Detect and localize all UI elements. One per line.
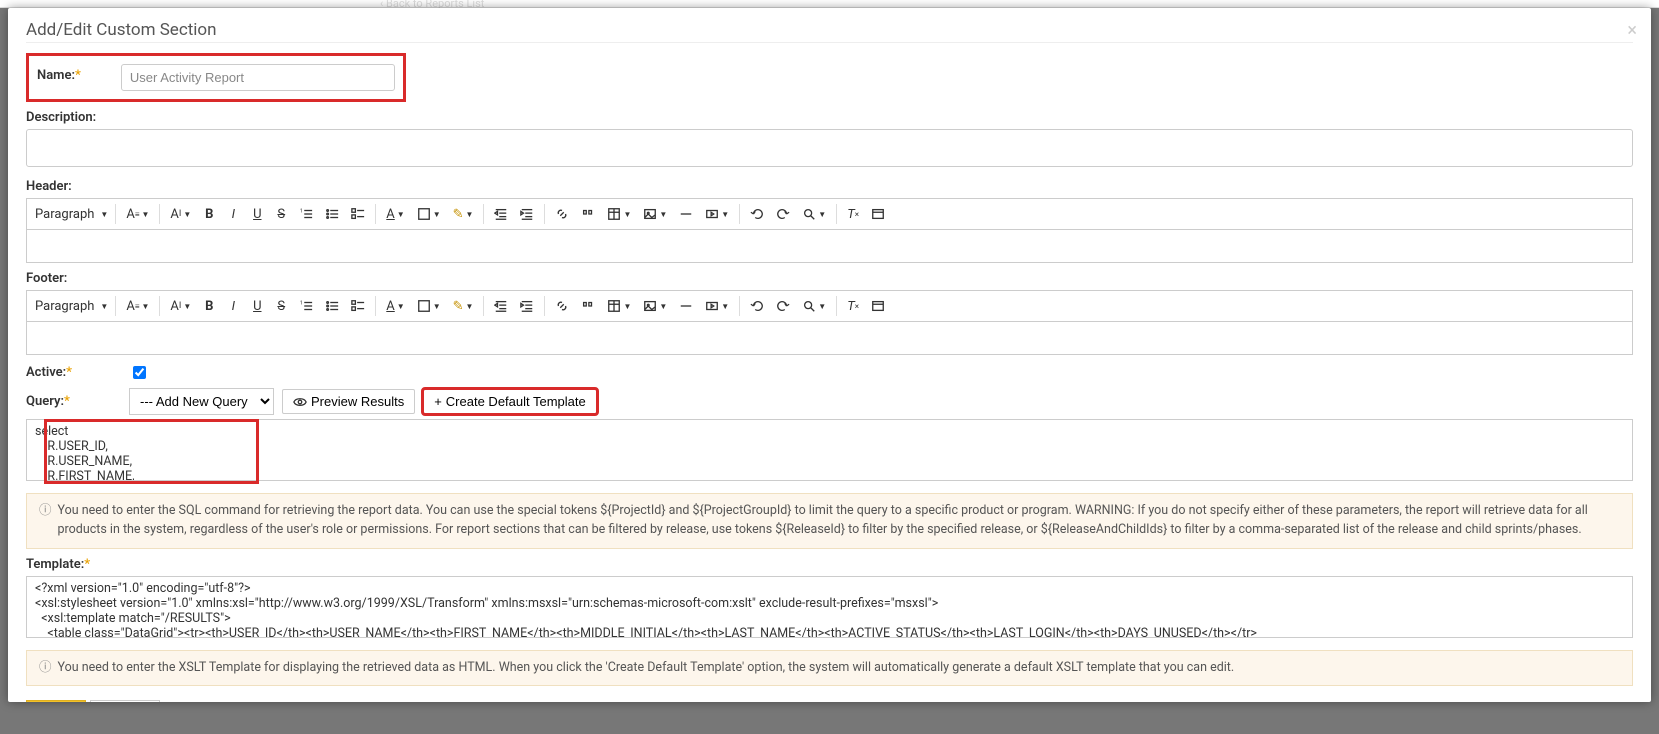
paragraph-dropdown[interactable]: Paragraph▼: [33, 203, 110, 226]
bg-color-icon[interactable]: A▼: [412, 202, 446, 226]
query-select[interactable]: --- Add New Query ---: [129, 388, 274, 415]
clear-format-icon[interactable]: T×: [842, 294, 864, 318]
text-color-icon[interactable]: A▼: [381, 202, 409, 226]
close-icon[interactable]: ×: [1627, 20, 1637, 41]
undo-icon[interactable]: [745, 294, 769, 318]
svg-text:1: 1: [300, 208, 303, 214]
image-icon[interactable]: ▼: [638, 294, 672, 318]
fullscreen-icon[interactable]: [866, 294, 890, 318]
hr-icon[interactable]: [674, 202, 698, 226]
modal-title: Add/Edit Custom Section: [26, 20, 1633, 43]
name-field-highlight: Name:*: [26, 53, 406, 102]
bold-icon[interactable]: B: [198, 294, 220, 318]
font-size-icon[interactable]: A≡▼: [121, 294, 154, 318]
table-icon[interactable]: ▼: [602, 294, 636, 318]
quote-icon[interactable]: [576, 202, 600, 226]
highlight-icon[interactable]: ✎▼: [448, 202, 479, 226]
quote-icon[interactable]: [576, 294, 600, 318]
header-label: Header:: [26, 179, 1633, 194]
active-checkbox[interactable]: [133, 366, 146, 379]
desc-label: Description:: [26, 110, 1633, 125]
table-icon[interactable]: ▼: [602, 202, 636, 226]
checklist-icon[interactable]: [346, 294, 370, 318]
cancel-button[interactable]: Cancel: [90, 700, 160, 702]
clear-format-icon[interactable]: T×: [842, 202, 864, 226]
ordered-list-icon[interactable]: 1: [294, 294, 318, 318]
header-toolbar: Paragraph▼ A≡▼ AI▼ B I U S 1 A▼ A▼ ✎▼ ▼ …: [26, 198, 1633, 229]
video-icon[interactable]: ▼: [700, 294, 734, 318]
indent-icon[interactable]: [515, 202, 539, 226]
info-icon: ⓘ: [39, 659, 52, 678]
fullscreen-icon[interactable]: [866, 202, 890, 226]
underline-icon[interactable]: U: [246, 202, 268, 226]
italic-icon[interactable]: I: [222, 294, 244, 318]
create-default-template-button[interactable]: + Create Default Template: [423, 389, 597, 414]
link-icon[interactable]: [550, 202, 574, 226]
svg-text:A: A: [421, 303, 427, 313]
font-family-icon[interactable]: AI▼: [165, 202, 196, 226]
save-button[interactable]: Save: [26, 700, 86, 702]
query-label: Query:*: [26, 394, 121, 409]
footer-editor[interactable]: [26, 321, 1633, 355]
svg-text:A: A: [421, 211, 427, 221]
zoom-icon[interactable]: ▼: [797, 202, 831, 226]
query-info-text: You need to enter the SQL command for re…: [58, 502, 1620, 540]
name-input[interactable]: [121, 64, 395, 91]
strike-icon[interactable]: S: [270, 294, 292, 318]
ordered-list-icon[interactable]: 1: [294, 202, 318, 226]
footer-label: Footer:: [26, 271, 1633, 286]
indent-icon[interactable]: [515, 294, 539, 318]
active-label: Active:*: [26, 365, 121, 380]
modal: Add/Edit Custom Section × Name:* Descrip…: [8, 8, 1651, 702]
redo-icon[interactable]: [771, 202, 795, 226]
unordered-list-icon[interactable]: [320, 202, 344, 226]
header-editor[interactable]: [26, 229, 1633, 263]
link-icon[interactable]: [550, 294, 574, 318]
name-label: Name:*: [37, 68, 81, 83]
eye-icon: [293, 395, 307, 409]
bg-color-icon[interactable]: A▼: [412, 294, 446, 318]
query-textarea[interactable]: [26, 419, 1633, 481]
template-textarea[interactable]: [26, 576, 1633, 638]
underline-icon[interactable]: U: [246, 294, 268, 318]
redo-icon[interactable]: [771, 294, 795, 318]
top-strip: ‹ Back to Reports List: [0, 0, 1659, 8]
plus-icon: +: [434, 394, 442, 409]
checklist-icon[interactable]: [346, 202, 370, 226]
bold-icon[interactable]: B: [198, 202, 220, 226]
info-icon: ⓘ: [39, 502, 52, 540]
italic-icon[interactable]: I: [222, 202, 244, 226]
footer-toolbar: Paragraph▼ A≡▼ AI▼ B I U S 1 A▼ A▼ ✎▼ ▼ …: [26, 290, 1633, 321]
template-info-text: You need to enter the XSLT Template for …: [58, 659, 1235, 678]
description-input[interactable]: [26, 129, 1633, 167]
image-icon[interactable]: ▼: [638, 202, 672, 226]
video-icon[interactable]: ▼: [700, 202, 734, 226]
template-label: Template:*: [26, 557, 1633, 572]
unordered-list-icon[interactable]: [320, 294, 344, 318]
svg-text:1: 1: [300, 300, 303, 306]
preview-results-button[interactable]: Preview Results: [282, 389, 415, 414]
font-family-icon[interactable]: AI▼: [165, 294, 196, 318]
outdent-icon[interactable]: [489, 202, 513, 226]
template-info-box: ⓘ You need to enter the XSLT Template fo…: [26, 650, 1633, 687]
text-color-icon[interactable]: A▼: [381, 294, 409, 318]
font-size-icon[interactable]: A≡▼: [121, 202, 154, 226]
highlight-icon[interactable]: ✎▼: [448, 294, 479, 318]
query-info-box: ⓘ You need to enter the SQL command for …: [26, 493, 1633, 549]
zoom-icon[interactable]: ▼: [797, 294, 831, 318]
strike-icon[interactable]: S: [270, 202, 292, 226]
outdent-icon[interactable]: [489, 294, 513, 318]
paragraph-dropdown[interactable]: Paragraph▼: [33, 295, 110, 318]
hr-icon[interactable]: [674, 294, 698, 318]
undo-icon[interactable]: [745, 202, 769, 226]
